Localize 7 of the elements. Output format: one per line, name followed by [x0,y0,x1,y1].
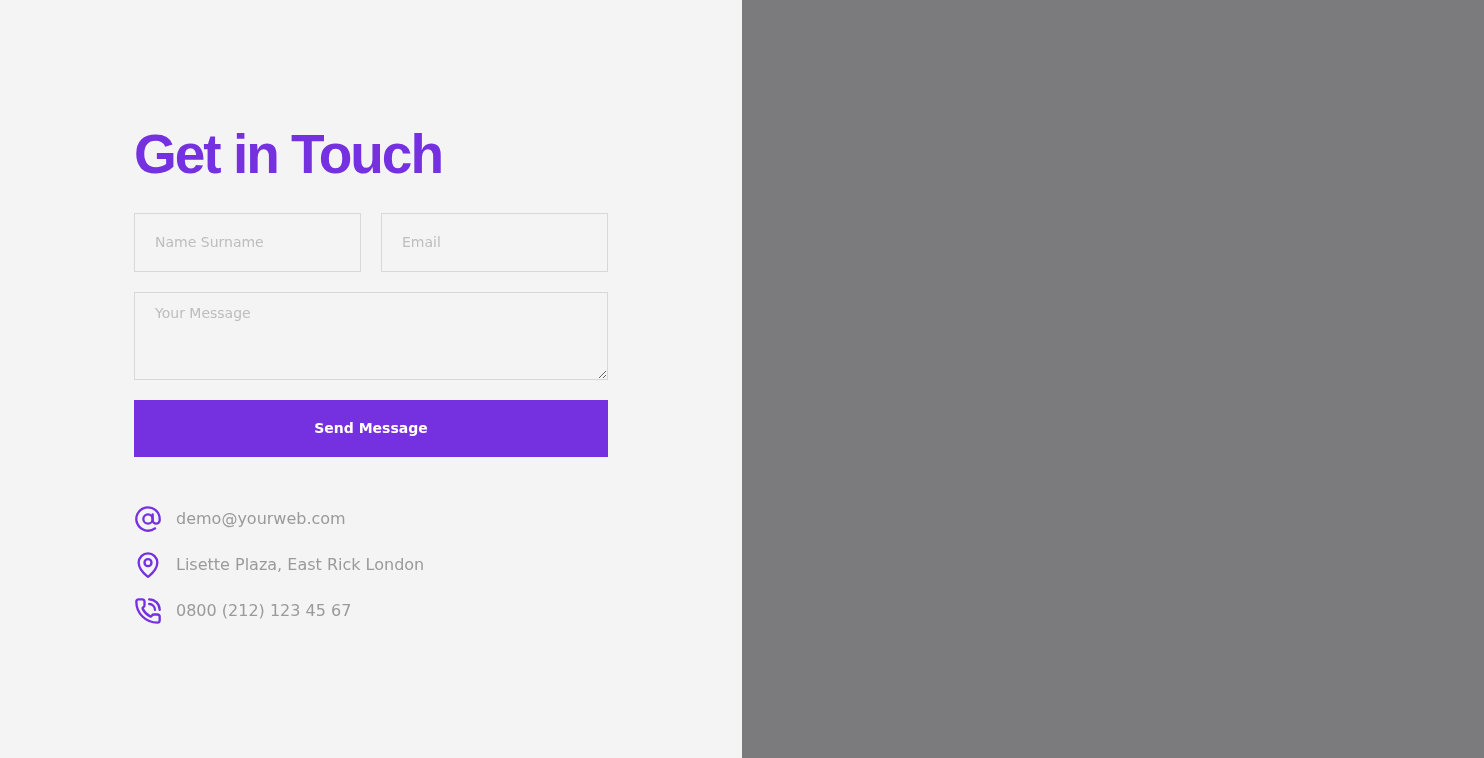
at-sign-icon [134,504,162,533]
phone-icon [134,596,162,625]
contact-text: 0800 (212) 123 45 67 [176,601,352,620]
contact-text: Lisette Plaza, East Rick London [176,555,425,574]
send-button[interactable]: Send Message [134,399,608,457]
heading: Get in Touch [134,124,443,185]
contact-text: demo@yourweb.com [176,509,346,528]
